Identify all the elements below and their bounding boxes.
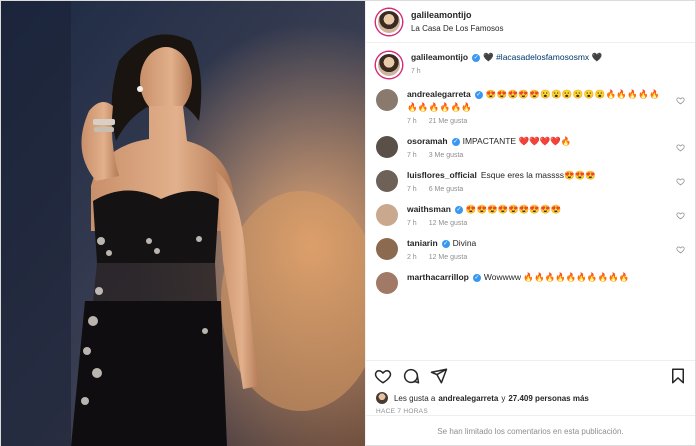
comment-likes[interactable]: 12 Me gusta <box>429 220 468 227</box>
commenter-avatar[interactable] <box>375 136 398 158</box>
instagram-post: galileamontijo La Casa De Los Famosos ga… <box>0 0 696 446</box>
comment-username[interactable]: luisflores_official <box>407 170 477 180</box>
comment-time[interactable]: 7 h <box>407 152 417 159</box>
author-avatar[interactable] <box>375 8 402 35</box>
commenter-avatar[interactable] <box>375 204 398 226</box>
comment-text: Esque eres la massss😍😍😍 <box>480 170 596 180</box>
commenter-avatar[interactable] <box>375 238 398 260</box>
comment-item: waithsman ✓ 😍😍😍😍😍😍😍😍😍 7 h 12 Me gusta <box>375 203 685 227</box>
comment-text: Wowwww 🔥🔥🔥🔥🔥🔥🔥🔥🔥🔥 <box>483 272 630 282</box>
comment-username[interactable]: marthacarrillop <box>407 272 469 282</box>
comment-item: andrealegarreta ✓ 😍😍😍😍😍😮😮😮😮😮😮🔥🔥🔥🔥🔥🔥🔥🔥🔥🔥🔥 7… <box>375 88 685 125</box>
comment-time[interactable]: 7 h <box>407 186 417 193</box>
caption: galileamontijo ✓ 🖤 #lacasadelosfamososmx 🖤… <box>375 51 685 78</box>
comment-icon[interactable] <box>402 367 420 385</box>
post-timestamp[interactable]: HACE 7 HORAS <box>366 404 695 415</box>
author-username[interactable]: galileamontijo <box>411 9 504 22</box>
caption-hashtag[interactable]: #lacasadelosfamososmx <box>496 52 589 62</box>
comment-text: 😍😍😍😍😍😍😍😍😍 <box>465 204 562 214</box>
likes-user[interactable]: andrealegarreta <box>438 394 498 403</box>
likes-middle: y <box>501 393 506 403</box>
comment-text: IMPACTANTE ❤️❤️❤️❤️🔥 <box>462 136 572 146</box>
likes-summary: Les gusta a andrealegarreta y 27.409 per… <box>366 390 695 404</box>
heart-icon[interactable] <box>676 96 685 105</box>
comment-likes[interactable]: 21 Me gusta <box>429 118 468 125</box>
likes-prefix: Les gusta a <box>393 393 436 403</box>
author-info: galileamontijo La Casa De Los Famosos <box>411 9 504 35</box>
heart-icon[interactable] <box>676 177 685 186</box>
comment-item: taniarin ✓ Divina 2 h 12 Me gusta <box>375 237 685 261</box>
commenter-avatar[interactable] <box>375 89 398 111</box>
comment-item: osoramah ✓ IMPACTANTE ❤️❤️❤️❤️🔥 7 h 3 Me gu… <box>375 135 685 159</box>
comment-username[interactable]: osoramah <box>407 136 448 146</box>
caption-time[interactable]: 7 h <box>411 68 421 75</box>
comment-time[interactable]: 7 h <box>407 220 417 227</box>
verified-icon: ✓ <box>441 239 450 248</box>
caption-emoji: 🖤 <box>483 52 494 62</box>
comment-username[interactable]: andrealegarreta <box>407 89 471 99</box>
comment-text: Divina <box>452 238 477 248</box>
comment-item: luisflores_official Esque eres la massss😍… <box>375 169 685 193</box>
comment-likes[interactable]: 6 Me gusta <box>429 186 464 193</box>
verified-icon: ✓ <box>474 90 483 99</box>
comment-item: marthacarrillop ✓ Wowwww 🔥🔥🔥🔥🔥🔥🔥🔥🔥🔥 <box>375 271 685 294</box>
verified-icon: ✓ <box>472 273 481 282</box>
caption-avatar[interactable] <box>375 52 402 78</box>
verified-icon: ✓ <box>454 205 463 214</box>
caption-emoji-end: 🖤 <box>591 52 603 62</box>
comment-username[interactable]: taniarin <box>407 238 438 248</box>
heart-icon[interactable] <box>676 211 685 220</box>
action-bar <box>365 360 695 390</box>
comment-likes[interactable]: 3 Me gusta <box>429 152 464 159</box>
heart-icon[interactable] <box>676 245 685 254</box>
post-location[interactable]: La Casa De Los Famosos <box>411 22 504 35</box>
comments-list[interactable]: galileamontijo ✓ 🖤 #lacasadelosfamososmx 🖤… <box>366 43 695 360</box>
likes-count[interactable]: 27.409 personas más <box>508 394 589 403</box>
post-side-panel: galileamontijo La Casa De Los Famosos ga… <box>364 1 695 446</box>
post-photo[interactable] <box>1 1 365 446</box>
commenter-avatar[interactable] <box>375 170 398 192</box>
verified-icon: ✓ <box>472 53 481 62</box>
liker-avatar[interactable] <box>375 392 388 404</box>
comment-username[interactable]: waithsman <box>407 204 451 214</box>
bookmark-icon[interactable] <box>669 367 687 385</box>
comment-time[interactable]: 2 h <box>407 254 417 261</box>
share-icon[interactable] <box>430 367 448 385</box>
comment-time[interactable]: 7 h <box>407 118 417 125</box>
commenter-avatar[interactable] <box>375 272 398 294</box>
comment-likes[interactable]: 12 Me gusta <box>429 254 468 261</box>
post-photo-image <box>1 1 365 446</box>
post-header: galileamontijo La Casa De Los Famosos <box>365 1 695 43</box>
heart-icon[interactable] <box>374 367 392 385</box>
comments-limited-notice: Se han limitado los comentarios en esta … <box>365 415 695 446</box>
caption-username[interactable]: galileamontijo <box>411 52 468 62</box>
verified-icon: ✓ <box>451 137 460 146</box>
heart-icon[interactable] <box>676 143 685 152</box>
